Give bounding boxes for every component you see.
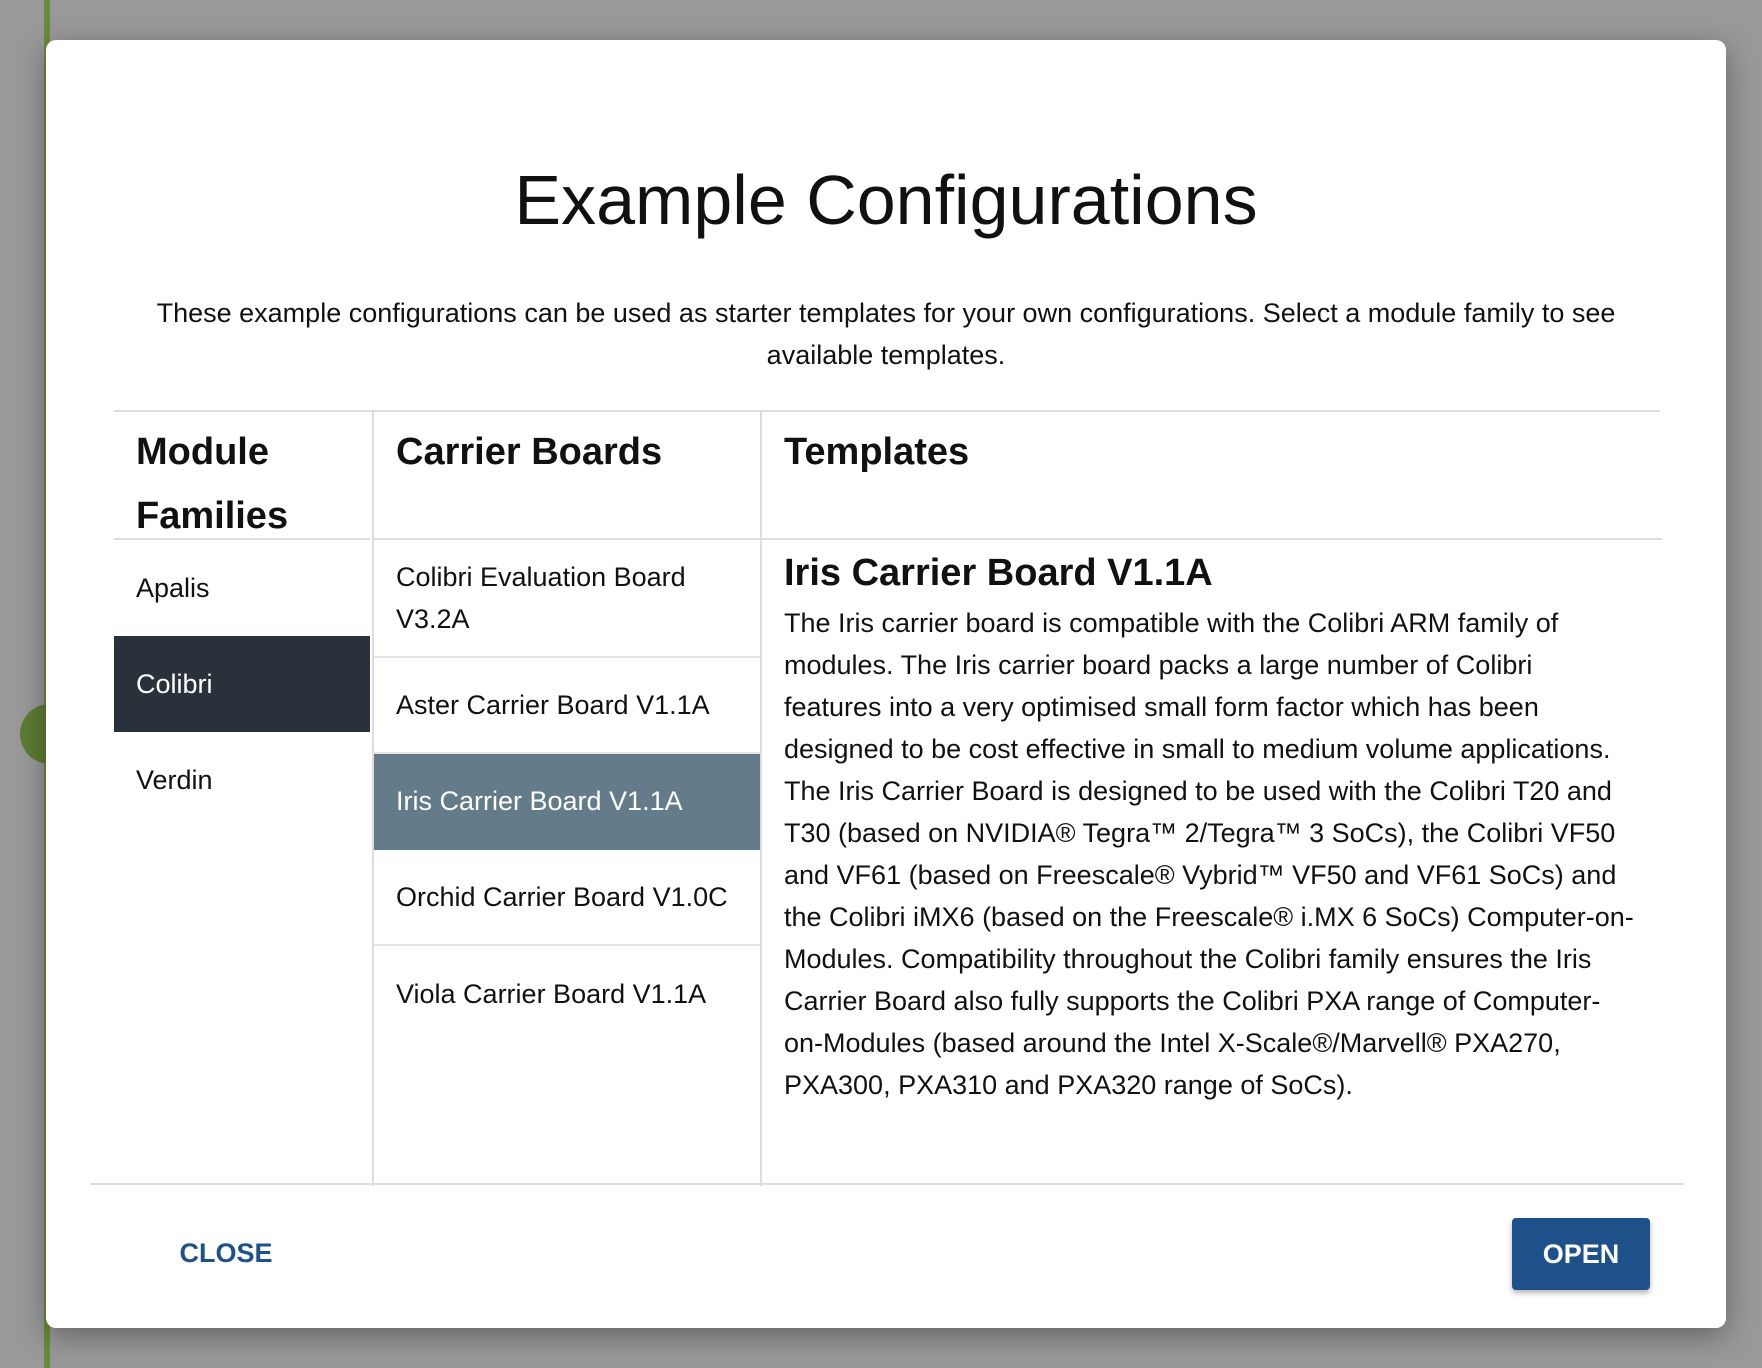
module-families-column: Module Families Apalis Colibri Verdin [114,412,370,1186]
carrier-board-colibri-evaluation[interactable]: Colibri Evaluation Board V3.2A [374,540,760,658]
templates-column: Templates Iris Carrier Board V1.1A The I… [760,412,1662,1186]
dialog-description: These example configurations can be used… [156,298,1616,370]
carrier-board-iris[interactable]: Iris Carrier Board V1.1A [374,754,760,850]
template-title: Iris Carrier Board V1.1A [784,552,1213,594]
carrier-board-viola[interactable]: Viola Carrier Board V1.1A [374,946,760,1042]
carrier-boards-column: Carrier Boards Colibri Evaluation Board … [372,412,760,1186]
template-detail: Iris Carrier Board V1.1A The Iris carrie… [762,540,1662,1114]
module-family-colibri[interactable]: Colibri [114,636,370,732]
carrier-boards-header: Carrier Boards [374,412,760,540]
dialog-title: Example Configurations [514,161,1258,239]
template-description: The Iris carrier board is compatible wit… [784,608,1634,1100]
module-families-header: Module Families [114,412,370,540]
module-family-apalis[interactable]: Apalis [114,540,370,636]
close-button[interactable]: CLOSE [156,1218,296,1288]
carrier-board-orchid[interactable]: Orchid Carrier Board V1.0C [374,850,760,946]
configuration-selector-table: Module Families Apalis Colibri Verdin Ca… [114,410,1662,1186]
carrier-board-aster[interactable]: Aster Carrier Board V1.1A [374,658,760,754]
open-button[interactable]: OPEN [1512,1218,1650,1290]
example-configurations-dialog: Example Configurations These example con… [46,40,1726,1328]
module-family-verdin[interactable]: Verdin [114,732,370,828]
templates-header: Templates [762,412,1662,540]
footer-divider [90,1183,1684,1185]
